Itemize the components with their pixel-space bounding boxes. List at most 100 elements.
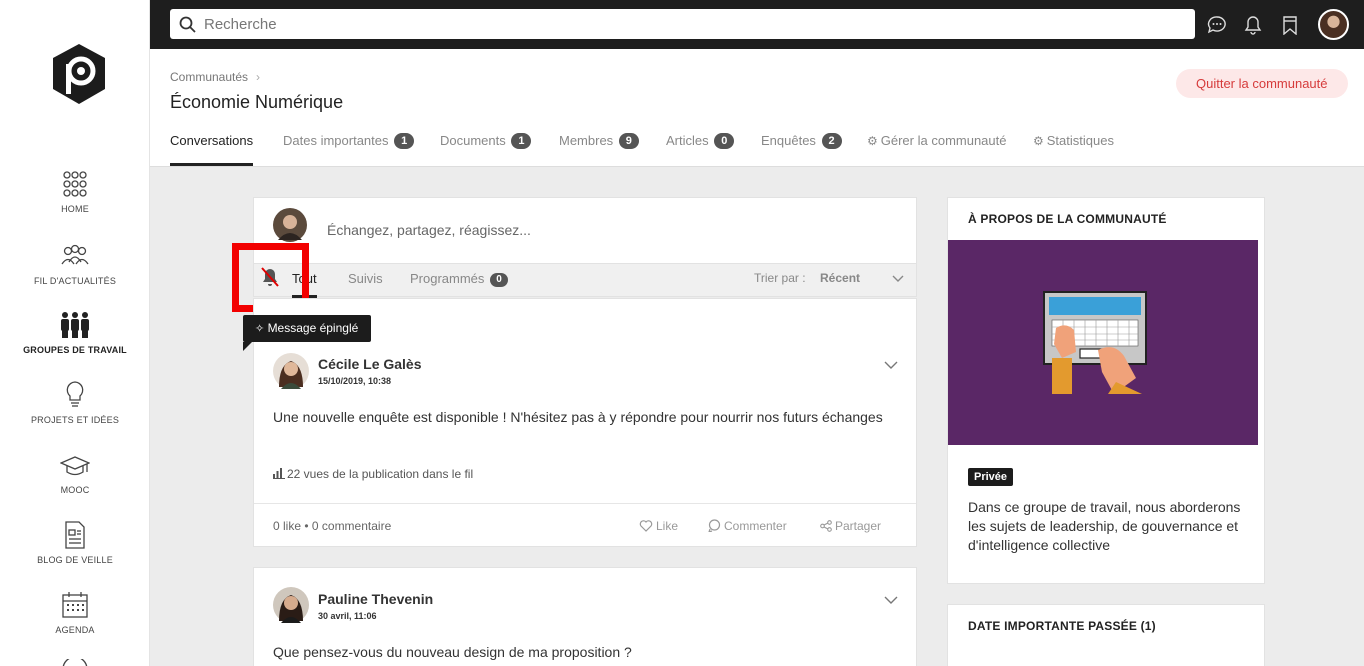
tab-surveys[interactable]: Enquêtes 2 xyxy=(761,133,842,167)
feed-filter-bar: Tout Suivis Programmés 0 Trier par : Réc… xyxy=(253,264,917,298)
sidebar-item-groups[interactable]: GROUPES DE TRAVAIL xyxy=(0,311,150,355)
graduation-cap-icon xyxy=(60,456,90,476)
sidebar-item-home[interactable]: HOME xyxy=(0,170,150,214)
tab-label: Gérer la communauté xyxy=(880,133,1007,148)
community-header: Communautés › Économie Numérique Quitter … xyxy=(150,49,1364,167)
about-description: Dans ce groupe de travail, nous abordero… xyxy=(968,499,1241,553)
tab-articles[interactable]: Articles 0 xyxy=(666,133,735,167)
sidebar-item-label: HOME xyxy=(61,204,89,214)
tab-label: Enquêtes xyxy=(761,133,816,148)
tab-documents[interactable]: Documents 1 xyxy=(440,133,532,167)
tooltip-label: Message épinglé xyxy=(267,321,359,335)
filter-tab-scheduled[interactable]: Programmés 0 xyxy=(410,271,509,287)
sidebar: HOME FIL D'ACTUALITÉS GROUPES DE TRAVAIL xyxy=(0,0,150,666)
comment-button[interactable]: Commenter xyxy=(708,519,787,533)
sidebar-item-label: MOOC xyxy=(60,485,90,495)
calendar-icon xyxy=(62,592,88,618)
avatar[interactable] xyxy=(273,353,309,389)
chevron-right-icon: › xyxy=(256,70,261,84)
pin-icon: ✧ xyxy=(255,323,265,335)
avatar xyxy=(273,208,307,242)
group-icon xyxy=(61,312,89,338)
breadcrumb-item[interactable]: Communautés xyxy=(170,70,248,84)
sidebar-item-mooc[interactable]: MOOC xyxy=(0,451,150,495)
laptop-illustration-icon xyxy=(948,240,1258,445)
tab-conversations[interactable]: Conversations xyxy=(170,133,254,167)
tab-label: Membres xyxy=(559,133,614,148)
count-badge: 0 xyxy=(490,273,509,287)
filter-tab-followed[interactable]: Suivis xyxy=(348,271,383,286)
tab-label: Dates importantes xyxy=(283,133,389,148)
like-label: Like xyxy=(656,519,679,533)
sidebar-item-label: PROJETS ET IDÉES xyxy=(30,415,120,425)
pinned-tooltip: ✧ Message épinglé xyxy=(243,315,372,351)
count-badge: 2 xyxy=(821,133,842,149)
count-badge: 9 xyxy=(618,133,639,149)
bar-chart-icon xyxy=(273,468,285,479)
chevron-down-icon[interactable] xyxy=(892,273,904,283)
gear-icon: ⚙ xyxy=(1033,134,1044,148)
about-card: À PROPOS DE LA COMMUNAUTÉ Privée Dans ce… xyxy=(947,197,1265,584)
search-input[interactable] xyxy=(204,9,1184,39)
sidebar-item-blog[interactable]: BLOG DE VEILLE xyxy=(0,521,150,565)
post-stats[interactable]: 0 like • 0 commentaire xyxy=(273,519,391,533)
bell-off-icon[interactable] xyxy=(259,266,281,288)
tab-manage[interactable]: ⚙ Gérer la communauté xyxy=(867,133,1007,167)
sidebar-item-label: GROUPES DE TRAVAIL xyxy=(23,345,127,355)
post-composer[interactable]: Échangez, partagez, réagissez... xyxy=(253,197,917,264)
share-button[interactable]: Partager xyxy=(820,519,881,533)
chevron-down-icon[interactable] xyxy=(884,360,898,370)
sort-label: Trier par : xyxy=(754,271,806,285)
composer-placeholder[interactable]: Échangez, partagez, réagissez... xyxy=(327,222,531,238)
sidebar-item-label: FIL D'ACTUALITÉS xyxy=(33,276,117,286)
search-box xyxy=(170,9,1195,39)
filter-tab-label: Programmés xyxy=(410,271,485,286)
privacy-badge: Privée xyxy=(968,468,1014,486)
chevron-down-icon[interactable] xyxy=(884,595,898,605)
post-body: Une nouvelle enquête est disponible ! N'… xyxy=(273,409,883,425)
search-icon xyxy=(179,16,196,33)
tab-label: Documents xyxy=(440,133,506,148)
lightbulb-icon xyxy=(66,381,84,407)
sort-select[interactable]: Récent xyxy=(820,271,860,285)
post-author[interactable]: Pauline Thevenin xyxy=(318,591,433,607)
quit-community-button[interactable]: Quitter la communauté xyxy=(1176,69,1348,98)
important-dates-card: DATE IMPORTANTE PASSÉE (1) xyxy=(947,604,1265,666)
count-badge: 1 xyxy=(511,133,532,149)
card-title: À PROPOS DE LA COMMUNAUTÉ xyxy=(968,212,1167,226)
tab-label: Conversations xyxy=(170,133,254,148)
top-bar xyxy=(150,0,1364,49)
sidebar-item-agenda[interactable]: AGENDA xyxy=(0,591,150,635)
card-title: DATE IMPORTANTE PASSÉE (1) xyxy=(968,619,1156,633)
user-avatar[interactable] xyxy=(1318,9,1349,40)
tab-statistics[interactable]: ⚙ Statistiques xyxy=(1033,133,1114,167)
bell-icon[interactable] xyxy=(1243,15,1263,35)
logo-icon[interactable] xyxy=(52,44,106,104)
comment-icon xyxy=(708,519,721,533)
sidebar-item-feed[interactable]: FIL D'ACTUALITÉS xyxy=(0,242,150,286)
tab-dates[interactable]: Dates importantes 1 xyxy=(283,133,415,167)
post-card: Pauline Thevenin 30 avril, 11:06 Que pen… xyxy=(253,567,917,666)
views-count: 22 vues de la publication dans le fil xyxy=(273,467,473,481)
grid-icon xyxy=(63,171,87,197)
bookmark-icon[interactable] xyxy=(1280,15,1300,35)
sidebar-item-projects[interactable]: PROJETS ET IDÉES xyxy=(0,381,150,425)
breadcrumb[interactable]: Communautés › xyxy=(170,70,260,84)
more-icon[interactable] xyxy=(61,659,89,666)
like-button[interactable]: Like xyxy=(639,519,678,533)
document-icon xyxy=(65,521,85,549)
tab-members[interactable]: Membres 9 xyxy=(559,133,639,167)
count-badge: 0 xyxy=(714,133,735,149)
chat-icon[interactable] xyxy=(1207,15,1227,35)
page-title: Économie Numérique xyxy=(170,92,344,112)
post-author[interactable]: Cécile Le Galès xyxy=(318,356,422,372)
views-label: 22 vues de la publication dans le fil xyxy=(287,467,474,481)
sidebar-item-label: BLOG DE VEILLE xyxy=(37,555,113,565)
post-date: 15/10/2019, 10:38 xyxy=(318,376,392,386)
tab-label: Articles xyxy=(666,133,709,148)
share-icon xyxy=(820,520,832,532)
post-body: Que pensez-vous du nouveau design de ma … xyxy=(273,644,632,660)
avatar[interactable] xyxy=(273,587,309,623)
sidebar-item-label: AGENDA xyxy=(55,625,95,635)
share-label: Partager xyxy=(835,519,882,533)
